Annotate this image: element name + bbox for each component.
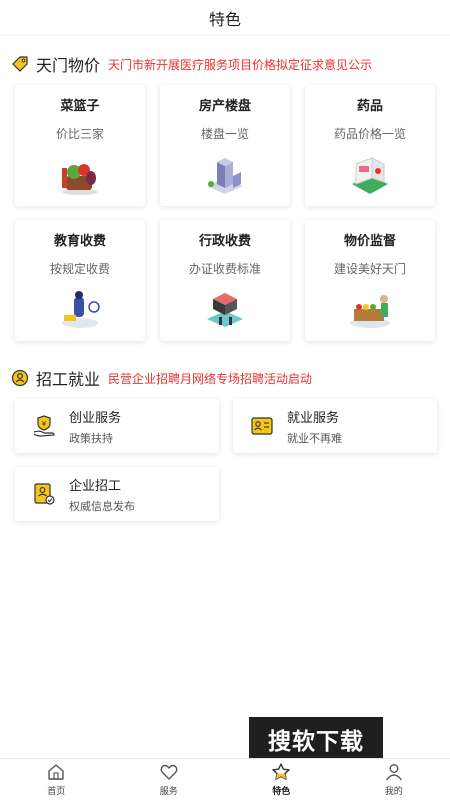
job-card-title: 就业服务 [287, 410, 340, 426]
price-card-medicine[interactable]: 药品 药品价格一览 [305, 85, 435, 206]
watermark-overlay: 搜软下载 [249, 717, 383, 761]
page-title: 特色 [208, 9, 241, 29]
watermark-text: 搜软下载 [268, 729, 364, 755]
card-subtitle: 按规定收费 [49, 262, 110, 276]
svg-text:¥: ¥ [42, 420, 47, 428]
id-card-icon [251, 417, 273, 435]
job-card-employment-service[interactable]: 就业服务 就业不再难 [233, 399, 437, 453]
job-card-enterprise-recruit[interactable]: 企业招工 权威信息发布 [15, 467, 219, 521]
job-section-title: 招工就业 [36, 370, 101, 389]
price-card-grid: 菜篮子 价比三家 房产楼盘 楼盘一览 药品 药品价格一览 教育收费 按规定收费 … [0, 85, 450, 341]
bottom-tab-bar: 首页 服务 特色 我的 [0, 758, 450, 800]
tab-label: 我的 [384, 787, 403, 797]
card-title: 药品 [356, 99, 383, 114]
card-subtitle: 价比三家 [55, 127, 104, 141]
card-title: 物价监督 [343, 234, 396, 249]
job-card-startup-service[interactable]: ¥ 创业服务 政策扶持 [15, 399, 219, 453]
tab-mine[interactable]: 我的 [338, 759, 450, 800]
tab-label: 服务 [159, 787, 178, 797]
job-card-subtitle: 就业不再难 [287, 431, 342, 445]
star-icon [272, 763, 290, 780]
price-section-header: 天门物价 天门市新开展医疗服务项目价格拟定征求意见公示 [0, 49, 450, 79]
home-icon [48, 764, 64, 780]
card-subtitle: 药品价格一览 [333, 127, 406, 141]
card-title: 菜篮子 [60, 99, 100, 114]
job-card-title: 企业招工 [69, 478, 122, 494]
price-card-supervision[interactable]: 物价监督 建设美好天门 [305, 220, 435, 341]
page-header: 特色 [0, 0, 450, 36]
card-title: 房产楼盘 [198, 99, 251, 114]
card-subtitle: 楼盘一览 [200, 127, 249, 141]
job-card-title: 创业服务 [69, 410, 122, 426]
card-subtitle: 办证收费标准 [188, 262, 261, 276]
tab-label: 首页 [47, 787, 66, 797]
job-notice-link[interactable]: 民营企业招聘月网络专场招聘活动启动 [108, 370, 312, 387]
job-search-icon [10, 368, 30, 388]
price-card-admin-fee[interactable]: 行政收费 办证收费标准 [160, 220, 290, 341]
building-icon [207, 158, 243, 194]
job-card-grid: ¥ 创业服务 政策扶持 就业服务 就业不再难 企业招工 权威信息发布 [0, 399, 450, 521]
card-title: 行政收费 [198, 234, 251, 249]
job-card-subtitle: 权威信息发布 [69, 499, 135, 513]
pharmacy-icon [352, 157, 388, 194]
market-stall-icon [350, 295, 390, 328]
education-icon [62, 291, 100, 328]
tab-home[interactable]: 首页 [0, 759, 113, 800]
card-subtitle: 建设美好天门 [333, 262, 406, 276]
tab-service[interactable]: 服务 [113, 759, 226, 800]
tab-featured[interactable]: 特色 [225, 759, 338, 800]
price-card-housing[interactable]: 房产楼盘 楼盘一览 [160, 85, 290, 206]
vegetable-basket-icon [62, 164, 98, 195]
job-card-subtitle: 政策扶持 [69, 431, 113, 445]
admin-office-icon [207, 293, 243, 327]
user-icon [385, 764, 402, 781]
price-section-title: 天门物价 [36, 56, 101, 75]
job-section-header: 招工就业 民营企业招聘月网络专场招聘活动启动 [0, 363, 450, 393]
heart-icon [160, 764, 178, 780]
recruit-document-icon [34, 483, 55, 505]
tab-label: 特色 [272, 787, 291, 797]
price-card-education[interactable]: 教育收费 按规定收费 [15, 220, 145, 341]
price-notice-link[interactable]: 天门市新开展医疗服务项目价格拟定征求意见公示 [108, 56, 372, 73]
hand-shield-icon: ¥ [33, 415, 55, 437]
price-card-vegetable[interactable]: 菜篮子 价比三家 [15, 85, 145, 206]
price-tag-icon [10, 54, 30, 74]
card-title: 教育收费 [53, 234, 106, 249]
